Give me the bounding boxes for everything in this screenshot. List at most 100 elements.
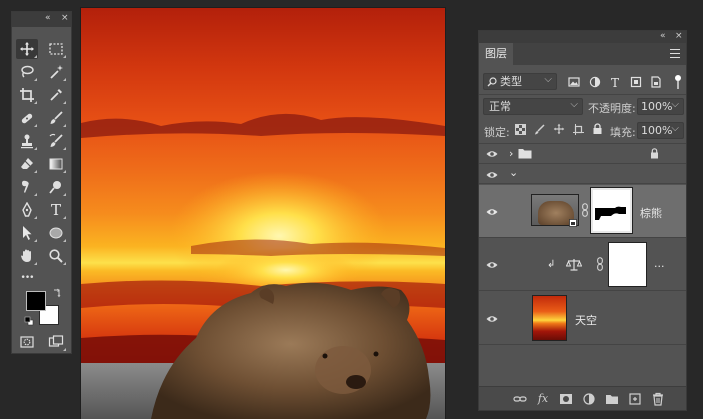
visibility-eye-icon[interactable]	[486, 313, 498, 325]
layer-row-adjustment[interactable]: ↲ ...	[479, 239, 686, 291]
history-brush-tool[interactable]	[45, 131, 67, 151]
mask-icon[interactable]	[559, 392, 573, 406]
close-icon[interactable]: ×	[675, 31, 683, 41]
collapse-icon[interactable]: «	[45, 13, 51, 23]
layer-name[interactable]: 棕熊	[640, 205, 662, 221]
layer-row-subgroup[interactable]: ⌄	[479, 165, 686, 184]
lock-transparent-icon[interactable]	[515, 124, 526, 135]
path-selection-tool[interactable]	[16, 223, 38, 243]
dodge-icon	[49, 181, 61, 194]
blend-mode-value: 正常	[489, 100, 511, 113]
screen-mode-button[interactable]	[45, 332, 67, 352]
lock-move-icon[interactable]	[553, 123, 565, 135]
eraser-icon	[21, 158, 33, 169]
crop-icon	[20, 88, 34, 102]
opacity-field[interactable]: 100%	[637, 97, 684, 115]
collapse-icon[interactable]: «	[660, 31, 666, 41]
layers-panel-header: « ×	[479, 31, 686, 43]
mask-link-icon[interactable]	[582, 203, 588, 217]
move-icon	[20, 42, 34, 56]
more-icon: •••	[20, 273, 35, 283]
default-colors-icon[interactable]	[24, 316, 34, 326]
shape-filter-icon[interactable]	[630, 76, 642, 88]
fx-icon[interactable]: fx	[536, 392, 550, 406]
brush-tool[interactable]	[45, 108, 67, 128]
adjustment-filter-icon[interactable]	[589, 76, 601, 88]
tools-panel-header: « ×	[12, 12, 71, 27]
hand-tool[interactable]	[16, 246, 38, 266]
search-icon	[487, 77, 497, 87]
document-canvas[interactable]	[81, 8, 445, 419]
blur-tool[interactable]	[16, 177, 38, 197]
layer-row-bear[interactable]: 棕熊	[479, 185, 686, 238]
visibility-eye-icon[interactable]	[486, 259, 498, 271]
ellipse-tool[interactable]	[45, 223, 67, 243]
layer-mask-thumbnail[interactable]	[608, 242, 647, 287]
new-layer-icon[interactable]	[628, 392, 642, 406]
trash-icon[interactable]	[651, 392, 665, 406]
history-brush-icon	[49, 133, 63, 147]
fill-value: 100%	[641, 124, 673, 137]
layer-row-sky[interactable]: 天空	[479, 292, 686, 345]
new-group-icon[interactable]	[605, 392, 619, 406]
ellipse-icon	[49, 227, 63, 239]
expand-chevron-icon[interactable]: ›	[509, 147, 513, 161]
arrow-icon	[23, 226, 32, 240]
visibility-eye-icon[interactable]	[486, 169, 498, 181]
lock-label: 锁定:	[484, 126, 510, 139]
tab-layers[interactable]: 图层	[479, 43, 513, 65]
blur-icon	[22, 180, 29, 193]
gradient-tool[interactable]	[45, 154, 67, 174]
opacity-value: 100%	[641, 100, 673, 113]
magic-wand-tool[interactable]	[45, 62, 67, 82]
link-icon[interactable]	[513, 392, 527, 406]
collapse-chevron-icon[interactable]: ⌄	[509, 166, 518, 180]
type-icon: T	[50, 201, 61, 219]
adjustment-icon[interactable]	[582, 392, 596, 406]
layer-row-group[interactable]: ›	[479, 144, 686, 164]
visibility-eye-icon[interactable]	[486, 148, 498, 160]
blend-mode-dropdown[interactable]: 正常	[483, 97, 583, 115]
filter-toggle[interactable]	[672, 75, 684, 89]
lasso-icon	[21, 65, 34, 78]
layer-lock-icon	[651, 148, 658, 159]
healing-brush-tool[interactable]	[16, 108, 38, 128]
foreground-color-swatch[interactable]	[26, 291, 46, 311]
swap-colors-icon[interactable]	[52, 288, 62, 298]
dodge-tool[interactable]	[45, 177, 67, 197]
move-tool[interactable]	[16, 39, 38, 59]
clone-stamp-tool[interactable]	[16, 131, 38, 151]
balance-icon	[566, 259, 582, 271]
layer-name[interactable]: ...	[654, 257, 665, 270]
smart-object-filter-icon[interactable]	[650, 76, 662, 88]
clipping-arrow-icon: ↲	[547, 259, 556, 270]
marquee-tool[interactable]	[45, 39, 67, 59]
folder-icon	[518, 149, 532, 159]
layers-panel: « × 图层 类型 T 正常 不透明度: 100% 锁定: 填充: 100% ›	[478, 30, 687, 411]
zoom-tool[interactable]	[45, 246, 67, 266]
fill-field[interactable]: 100%	[637, 121, 684, 139]
layer-mask-thumbnail[interactable]	[590, 187, 633, 234]
lock-all-icon[interactable]	[592, 123, 603, 135]
close-icon[interactable]: ×	[61, 13, 69, 23]
eyedropper-tool[interactable]	[45, 85, 67, 105]
pen-icon	[22, 202, 32, 217]
type-filter-icon[interactable]: T	[611, 76, 619, 90]
mask-link-icon[interactable]	[597, 257, 603, 271]
lock-artboard-icon[interactable]	[573, 124, 584, 135]
lock-paint-icon[interactable]	[534, 124, 545, 135]
panel-menu-icon[interactable]	[670, 49, 680, 58]
type-tool[interactable]: T	[45, 200, 67, 220]
bandage-icon	[21, 113, 33, 124]
quick-mask-button[interactable]	[16, 332, 38, 352]
layer-name[interactable]: 天空	[575, 312, 597, 328]
canvas-image	[81, 113, 445, 419]
crop-tool[interactable]	[16, 85, 38, 105]
edit-toolbar-button[interactable]: •••	[16, 268, 38, 288]
visibility-eye-icon[interactable]	[486, 206, 498, 218]
zoom-icon	[49, 249, 63, 263]
lasso-tool[interactable]	[16, 62, 38, 82]
pen-tool[interactable]	[16, 200, 38, 220]
eraser-tool[interactable]	[16, 154, 38, 174]
image-filter-icon[interactable]	[568, 76, 580, 88]
